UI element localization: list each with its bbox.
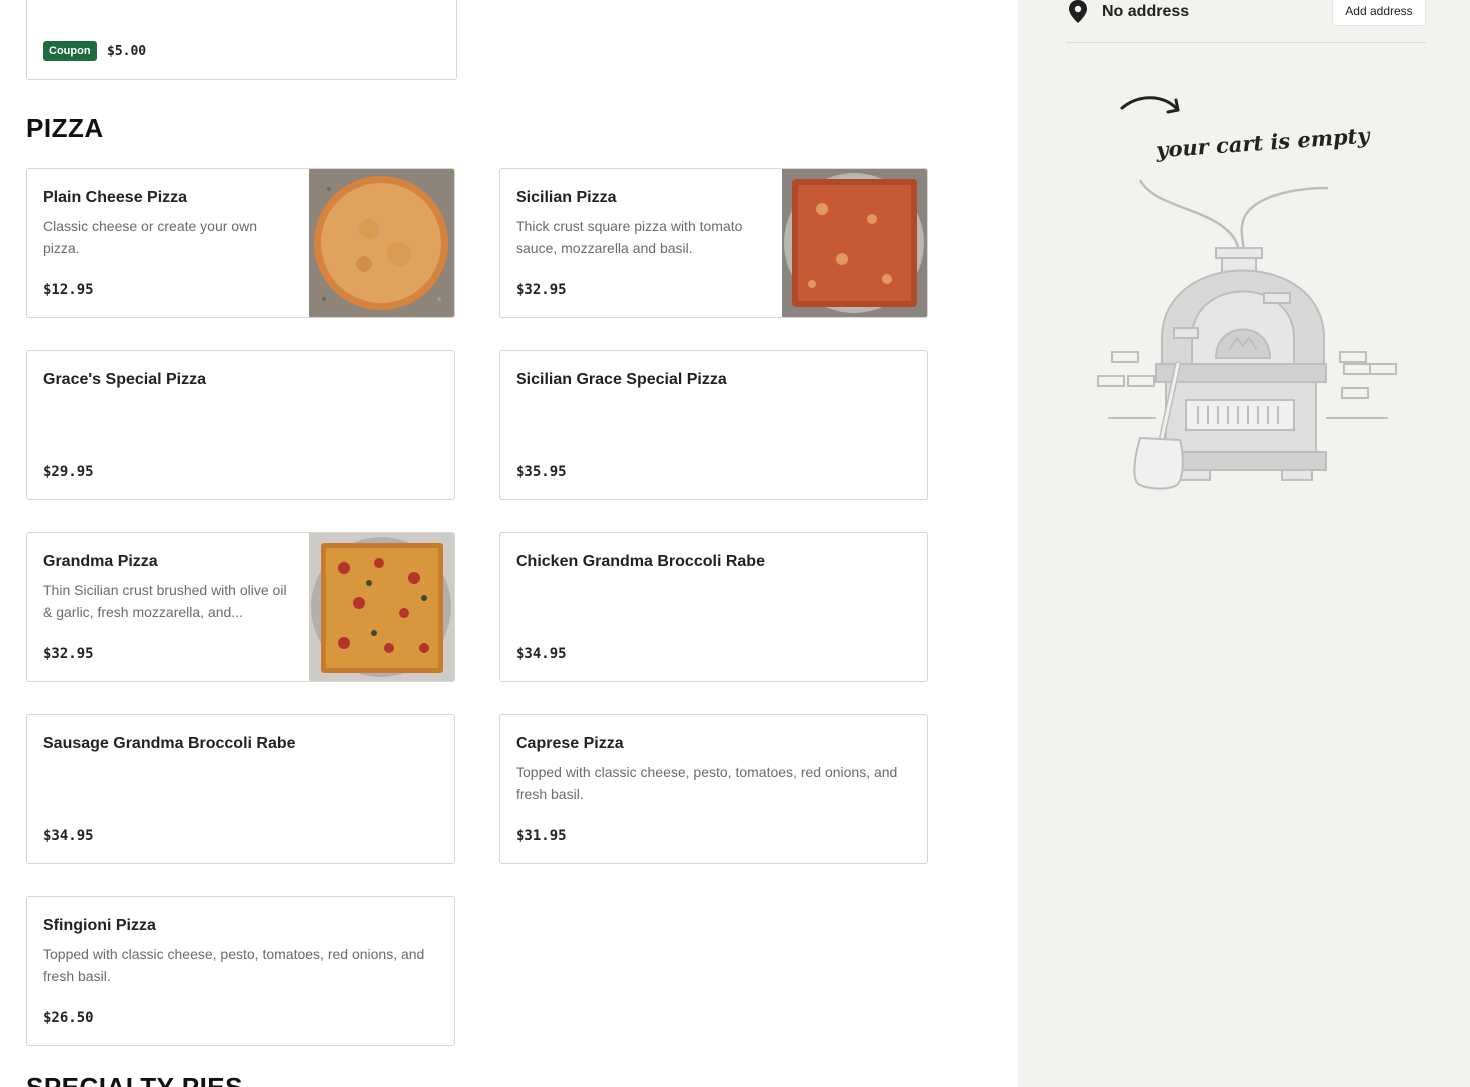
cart-sidebar: No address Add address your cart is empt… [1018,0,1470,1087]
item-description: Thick crust square pizza with tomato sau… [516,218,743,256]
coupon-price: $5.00 [107,44,147,59]
item-name: Sausage Grandma Broccoli Rabe [43,735,296,752]
item-name: Grace's Special Pizza [43,371,207,388]
item-price: $12.95 [43,282,94,298]
menu-item-sicilian[interactable]: Sicilian Pizza Thick crust square pizza … [499,168,928,318]
item-description: Classic cheese or create your own pizza. [43,218,257,256]
item-name: Chicken Grandma Broccoli Rabe [516,553,765,570]
item-price: $35.95 [516,464,567,480]
item-price: $32.95 [516,282,567,298]
menu-item-sfingioni[interactable]: Sfingioni Pizza Topped with classic chee… [26,896,455,1046]
delivery-address-row: No address Add address [1066,0,1426,43]
grandma-pizza-image [309,533,454,681]
section-title: PIZZA [26,113,104,143]
menu-item-sausage-grandma-broccoli-rabe[interactable]: Sausage Grandma Broccoli Rabe $34.95 [26,714,455,864]
location-pin-icon [1069,0,1087,23]
item-price: $31.95 [516,828,567,844]
menu-item-sicilian-grace-special[interactable]: Sicilian Grace Special Pizza $35.95 [499,350,928,500]
coupon-badge: Coupon [43,41,97,61]
item-price: $32.95 [43,646,94,662]
item-name: Sfingioni Pizza [43,917,156,934]
menu-item-grandma[interactable]: Grandma Pizza Thin Sicilian crust brushe… [26,532,455,682]
item-name: Grandma Pizza [43,553,158,570]
plain-cheese-pizza-image [309,169,454,317]
item-name: Sicilian Grace Special Pizza [516,371,727,388]
item-price: $34.95 [43,828,94,844]
add-address-button[interactable]: Add address [1332,0,1426,26]
coupon-card[interactable]: Coupon $5.00 [26,0,457,80]
next-section-title: SPECIALTY PIES [26,1072,243,1087]
menu-item-chicken-grandma-broccoli-rabe[interactable]: Chicken Grandma Broccoli Rabe $34.95 [499,532,928,682]
menu-item-plain-cheese[interactable]: Plain Cheese Pizza Classic cheese or cre… [26,168,455,318]
item-name: Caprese Pizza [516,735,624,752]
item-name: Plain Cheese Pizza [43,189,188,206]
item-description: Topped with classic cheese, pesto, tomat… [43,946,425,984]
item-price: $34.95 [516,646,567,662]
menu-item-caprese[interactable]: Caprese Pizza Topped with classic cheese… [499,714,928,864]
item-description: Thin Sicilian crust brushed with olive o… [43,582,287,620]
item-price: $29.95 [43,464,94,480]
menu-main: Coupon $5.00 PIZZA Plain Cheese Pizza Cl… [0,0,1018,1087]
address-label: No address [1102,3,1190,20]
item-description: Topped with classic cheese, pesto, tomat… [516,764,898,802]
item-name: Sicilian Pizza [516,189,617,206]
item-price: $26.50 [43,1010,94,1026]
menu-item-graces-special[interactable]: Grace's Special Pizza $29.95 [26,350,455,500]
sicilian-pizza-image [782,169,927,317]
